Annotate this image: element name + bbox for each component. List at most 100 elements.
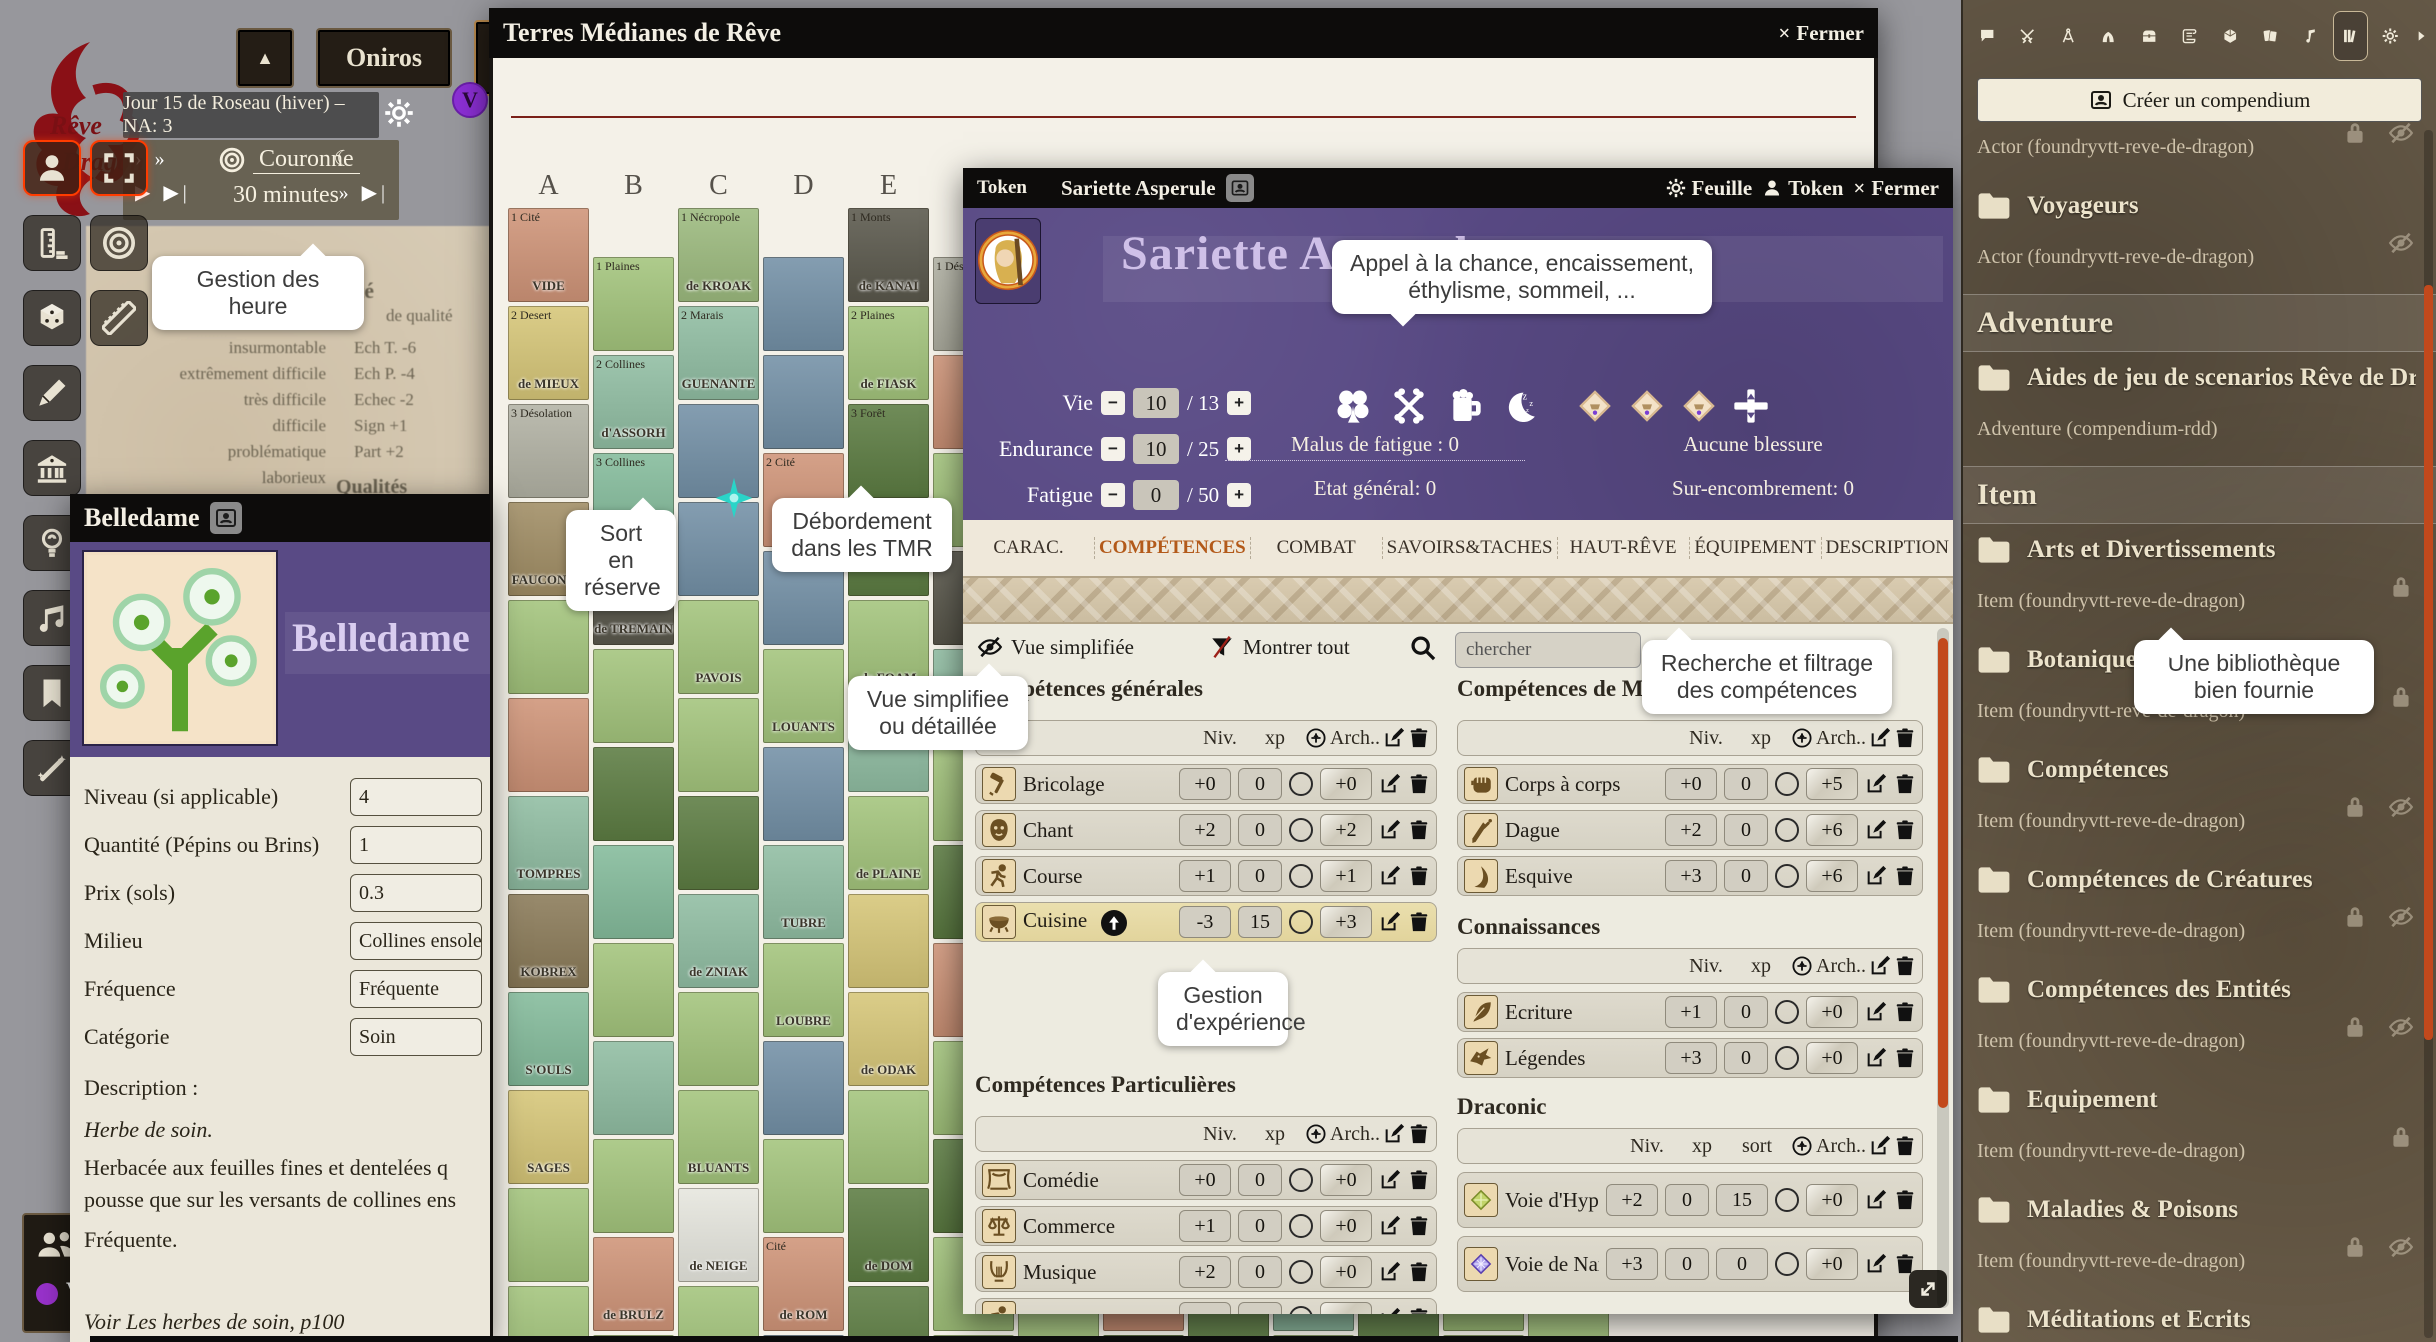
pack-lock-icon[interactable] bbox=[2340, 120, 2370, 146]
skill-roll-circle[interactable] bbox=[1775, 1252, 1799, 1276]
compendium-pack[interactable]: Item (foundryvtt-reve-de-dragon) bbox=[1977, 1030, 2392, 1053]
stat-value[interactable]: 0 bbox=[1133, 480, 1179, 510]
trash-icon[interactable] bbox=[1894, 955, 1916, 977]
plus-circle-icon[interactable] bbox=[1791, 727, 1813, 749]
skill-sort[interactable]: 0 bbox=[1716, 1248, 1768, 1280]
tmr-cell[interactable] bbox=[678, 698, 759, 792]
tmr-cell[interactable] bbox=[508, 698, 589, 792]
skill-xp[interactable]: 15 bbox=[1238, 906, 1282, 938]
tab-comp-tences[interactable]: COMPÉTENCES bbox=[1094, 537, 1250, 559]
item-image[interactable] bbox=[82, 550, 278, 746]
compendium-folder[interactable]: Compétences bbox=[1977, 756, 2416, 784]
sidebar-tab-chest[interactable] bbox=[2131, 11, 2167, 61]
pack-lock-icon[interactable] bbox=[2386, 1124, 2416, 1150]
tmr-cell[interactable]: 1 Nécropolede KROAK bbox=[678, 208, 759, 302]
skill-niv[interactable]: +0 bbox=[1179, 768, 1231, 800]
tmr-cell[interactable]: Citéde ROM bbox=[763, 1237, 844, 1331]
field-input[interactable]: Collines ensoleil bbox=[350, 922, 482, 960]
pack-lock-icon[interactable] bbox=[2340, 1014, 2370, 1040]
edit-icon[interactable] bbox=[1869, 1135, 1891, 1157]
tmr-cell[interactable]: de ODAK bbox=[848, 992, 929, 1086]
calendar-date-widget[interactable]: Jour 15 de Roseau (hiver) – NA: 3 bbox=[123, 92, 379, 138]
compendium-pack[interactable]: Item (foundryvtt-reve-de-dragon) bbox=[1977, 1140, 2392, 1163]
edit-icon[interactable] bbox=[1865, 1001, 1887, 1023]
tmr-cell[interactable]: de BRULZ bbox=[593, 1237, 674, 1331]
skill-name[interactable]: Voie de Narcos bbox=[1505, 1252, 1599, 1277]
skill-xp[interactable]: 0 bbox=[1238, 1256, 1282, 1288]
skill-row-Voie de Narcos[interactable]: Voie de Narcos+300+0 bbox=[1457, 1236, 1923, 1292]
compendium-pack[interactable]: Adventure (compendium-rdd) bbox=[1977, 418, 2392, 441]
sidebar-tab-compass[interactable] bbox=[2050, 11, 2086, 61]
skill-name[interactable]: Commerce bbox=[1023, 1214, 1172, 1239]
tmr-cell[interactable] bbox=[678, 992, 759, 1086]
pack-eye-slash-icon[interactable] bbox=[2386, 1014, 2416, 1040]
tool-user[interactable] bbox=[23, 140, 81, 196]
tmr-cell[interactable] bbox=[848, 894, 929, 988]
skill-roll-circle[interactable] bbox=[1289, 1306, 1313, 1314]
skill-arch[interactable]: +6 bbox=[1806, 814, 1858, 846]
edit-icon[interactable] bbox=[1869, 727, 1891, 749]
trash-icon[interactable] bbox=[1408, 1123, 1430, 1145]
compendium-pack[interactable]: Item (foundryvtt-reve-de-dragon) bbox=[1977, 810, 2392, 833]
skill-arch[interactable]: +0 bbox=[1806, 1042, 1858, 1074]
pack-eye-slash-icon[interactable] bbox=[2386, 904, 2416, 930]
skill-name[interactable]: Bricolage bbox=[1023, 772, 1172, 797]
search-input[interactable] bbox=[1455, 632, 1641, 668]
skill-roll-circle[interactable] bbox=[1775, 1046, 1799, 1070]
stat-minus-button[interactable]: − bbox=[1101, 437, 1125, 461]
skill-xp[interactable]: 0 bbox=[1665, 1248, 1709, 1280]
skill-name[interactable]: Course bbox=[1023, 864, 1172, 889]
skill-xp[interactable]: 0 bbox=[1238, 814, 1282, 846]
sheet-scrollbar-thumb[interactable] bbox=[1938, 638, 1948, 1108]
roll-clover-icon[interactable] bbox=[1333, 386, 1373, 426]
field-input[interactable]: 4 bbox=[350, 778, 482, 816]
tmr-cell[interactable]: de ZNIAK bbox=[678, 894, 759, 988]
tab-haut-r-ve[interactable]: HAUT-RÊVE bbox=[1557, 537, 1689, 559]
skill-roll-circle[interactable] bbox=[1775, 864, 1799, 888]
compendium-folder[interactable]: Equipement bbox=[1977, 1086, 2416, 1114]
edit-icon[interactable] bbox=[1379, 1215, 1401, 1237]
skill-name[interactable]: Esquive bbox=[1505, 864, 1658, 889]
skill-roll-circle[interactable] bbox=[1289, 1260, 1313, 1284]
skill-niv[interactable]: +2 bbox=[1665, 814, 1717, 846]
compendium-folder[interactable]: Aides de jeu de scenarios Rêve de Dragon… bbox=[1977, 364, 2416, 392]
stat-value[interactable]: 10 bbox=[1133, 388, 1179, 418]
pack-lock-icon[interactable] bbox=[2340, 904, 2370, 930]
nav-collapse-button[interactable]: ▲ bbox=[236, 28, 294, 88]
plus-circle-icon[interactable] bbox=[1305, 1123, 1327, 1145]
edit-icon[interactable] bbox=[1379, 911, 1401, 933]
tmr-cell[interactable] bbox=[763, 747, 844, 841]
skill-roll-circle[interactable] bbox=[1289, 864, 1313, 888]
skill-niv[interactable]: +3 bbox=[1606, 1248, 1658, 1280]
trash-icon[interactable] bbox=[1894, 727, 1916, 749]
skill-row-Chant[interactable]: Chant+20+2 bbox=[975, 810, 1437, 850]
skill-niv[interactable] bbox=[1179, 1302, 1231, 1314]
tab-combat[interactable]: COMBAT bbox=[1250, 537, 1382, 559]
compendium-pack[interactable]: Item (foundryvtt-reve-de-dragon) bbox=[1977, 920, 2392, 943]
skill-name[interactable]: Chant bbox=[1023, 818, 1172, 843]
field-input[interactable]: 1 bbox=[350, 826, 482, 864]
skill-xp[interactable]: 0 bbox=[1724, 1042, 1768, 1074]
ornament-diamond-orn[interactable] bbox=[1679, 386, 1719, 426]
skill-arch[interactable] bbox=[1320, 1302, 1372, 1314]
tmr-cell[interactable]: LOUANTS bbox=[763, 649, 844, 743]
tmr-cell[interactable]: de NEIGE bbox=[678, 1188, 759, 1282]
compendium-folder[interactable]: Compétences de Créatures bbox=[1977, 866, 2416, 894]
view-toggle[interactable]: Vue simplifiée bbox=[977, 634, 1134, 660]
skill-roll-circle[interactable] bbox=[1775, 1188, 1799, 1212]
tab--quipement[interactable]: ÉQUIPEMENT bbox=[1689, 537, 1821, 559]
actor-avatar[interactable] bbox=[975, 218, 1041, 304]
tmr-cell[interactable] bbox=[508, 1286, 589, 1342]
sheet-scrollbar[interactable] bbox=[1937, 628, 1949, 1308]
trash-icon[interactable] bbox=[1408, 1307, 1430, 1314]
skill-niv[interactable]: +2 bbox=[1179, 1256, 1231, 1288]
pack-eye-slash-icon[interactable] bbox=[2386, 794, 2416, 820]
sheet-close-button[interactable]: × Fermer bbox=[1853, 176, 1939, 201]
plus-circle-icon[interactable] bbox=[1791, 955, 1813, 977]
skill-xp[interactable]: 0 bbox=[1724, 860, 1768, 892]
compendium-folder[interactable]: Maladies & Poisons bbox=[1977, 1196, 2416, 1224]
tmr-cell[interactable]: SAGES bbox=[508, 1090, 589, 1184]
trash-icon[interactable] bbox=[1894, 819, 1916, 841]
tool-bank[interactable] bbox=[23, 440, 81, 496]
nav-oniros-button[interactable]: Oniros bbox=[316, 28, 452, 88]
